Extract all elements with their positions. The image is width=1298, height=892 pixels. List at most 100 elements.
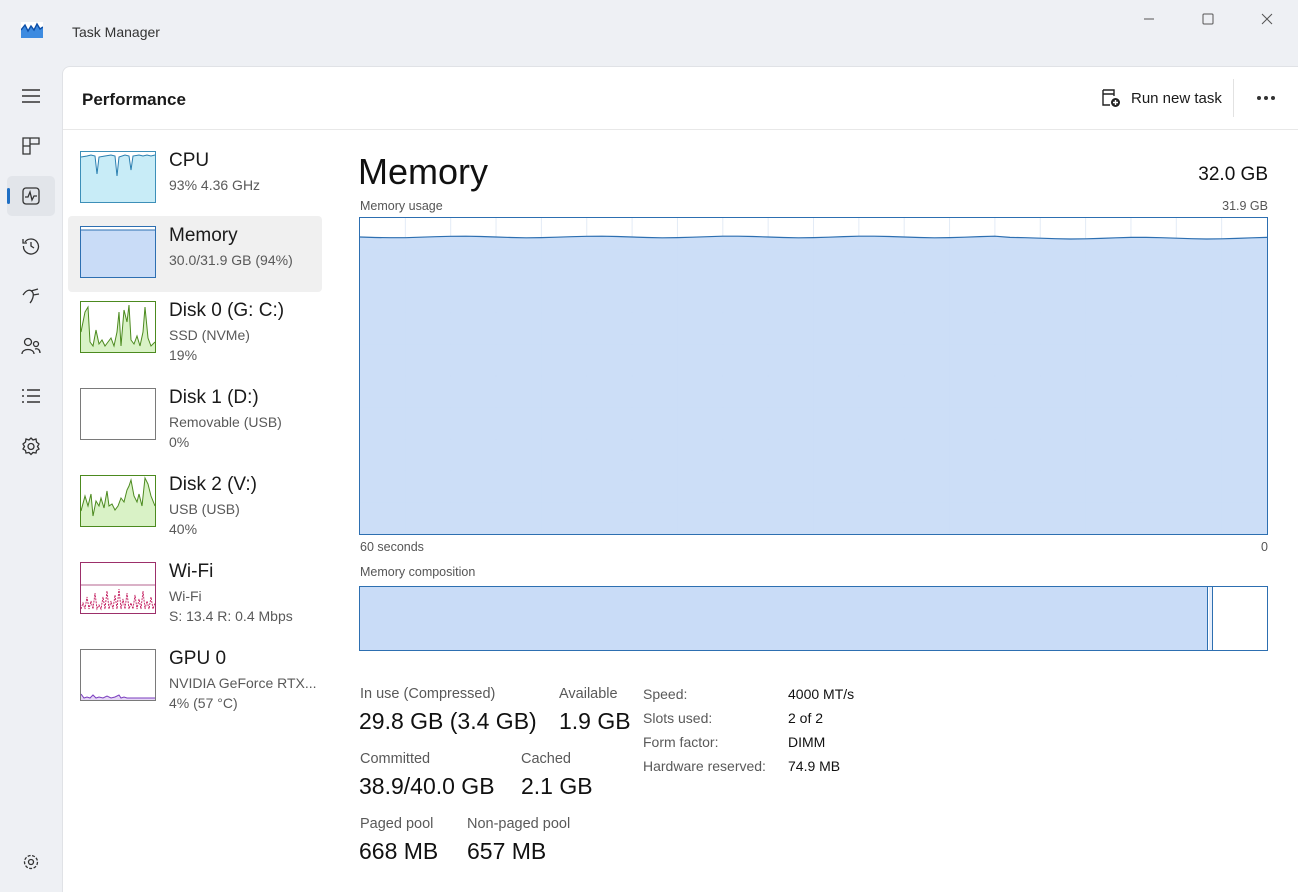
- form-factor-value: DIMM: [788, 734, 826, 750]
- form-factor-label: Form factor:: [643, 734, 719, 750]
- in-use-value: 29.8 GB (3.4 GB): [359, 708, 537, 734]
- title-bar: Task Manager: [0, 0, 1298, 64]
- main-panel: Performance Run new task CPU 93% 4.36 GH…: [62, 66, 1298, 892]
- app-history-icon: [22, 238, 40, 255]
- more-dots-icon: [1257, 96, 1261, 100]
- committed-value: 38.9/40.0 GB: [359, 773, 495, 799]
- users-icon: [21, 337, 41, 355]
- graph-time-end-label: 0: [1261, 540, 1268, 554]
- device-disk-2-name: Disk 2 (V:): [169, 474, 257, 495]
- details-icon: [22, 389, 40, 403]
- in-use-label: In use (Compressed): [360, 686, 496, 702]
- minimize-button[interactable]: [1126, 6, 1172, 32]
- task-manager-app-icon: [20, 22, 44, 38]
- nav-item-app-history[interactable]: [7, 226, 55, 266]
- device-gpu-0-usage: 4% (57 °C): [169, 695, 238, 711]
- nav-item-performance[interactable]: [7, 176, 55, 216]
- device-memory[interactable]: Memory 30.0/31.9 GB (94%): [68, 216, 322, 292]
- settings-icon: [23, 854, 39, 870]
- cpu-thumbnail-graph: [80, 151, 156, 203]
- device-cpu-usage: 93% 4.36 GHz: [169, 177, 261, 193]
- speed-label: Speed:: [643, 686, 688, 702]
- device-disk-0[interactable]: Disk 0 (G: C:) SSD (NVMe) 19%: [68, 291, 322, 367]
- startup-apps-icon: [22, 288, 40, 304]
- device-disk-1-usage: 0%: [169, 434, 190, 450]
- non-paged-pool-label: Non-paged pool: [467, 816, 571, 832]
- device-memory-usage: 30.0/31.9 GB (94%): [169, 252, 293, 268]
- maximize-button[interactable]: [1185, 6, 1231, 32]
- disk-1-thumbnail-graph: [80, 388, 156, 440]
- close-button[interactable]: [1244, 6, 1290, 32]
- cached-value: 2.1 GB: [521, 773, 593, 799]
- device-disk-1[interactable]: Disk 1 (D:) Removable (USB) 0%: [68, 378, 322, 454]
- memory-detail-panel: Memory 32.0 GB Memory usage 31.9 GB 60 s…: [358, 131, 1278, 891]
- run-new-task-button[interactable]: Run new task: [1093, 81, 1230, 115]
- device-cpu-name: CPU: [169, 150, 210, 171]
- gpu-0-thumbnail-graph: [80, 649, 156, 701]
- memory-usage-label: Memory usage: [360, 199, 443, 213]
- page-title: Performance: [82, 90, 186, 109]
- nav-item-processes[interactable]: [7, 126, 55, 166]
- nav-item-services[interactable]: [7, 426, 55, 466]
- hamburger-icon: [22, 89, 40, 103]
- hardware-reserved-value: 74.9 MB: [788, 758, 841, 774]
- close-icon: [1261, 13, 1273, 25]
- device-wifi[interactable]: Wi-Fi Wi-Fi S: 13.4 R: 0.4 Mbps: [68, 552, 322, 628]
- available-label: Available: [559, 686, 618, 702]
- paged-pool-label: Paged pool: [360, 816, 434, 832]
- nav-menu-button[interactable]: [7, 76, 55, 116]
- nav-item-settings[interactable]: [7, 842, 55, 882]
- memory-usage-max: 31.9 GB: [1222, 199, 1268, 213]
- header-divider: [1233, 79, 1234, 117]
- disk-0-thumbnail-graph: [80, 301, 156, 353]
- cached-label: Cached: [521, 751, 571, 767]
- memory-usage-graph: [359, 217, 1268, 535]
- device-memory-name: Memory: [169, 225, 238, 246]
- device-wifi-throughput: S: 13.4 R: 0.4 Mbps: [169, 608, 293, 624]
- committed-label: Committed: [360, 751, 431, 767]
- run-new-task-label: Run new task: [1131, 89, 1222, 107]
- navigation-rail: [0, 64, 60, 892]
- nav-item-users[interactable]: [7, 326, 55, 366]
- memory-title: Memory: [358, 151, 489, 192]
- memory-thumbnail-graph: [80, 226, 156, 278]
- minimize-icon: [1144, 18, 1154, 20]
- device-disk-2-type: USB (USB): [169, 501, 240, 517]
- slots-used-value: 2 of 2: [788, 710, 824, 726]
- device-disk-2-usage: 40%: [169, 521, 198, 537]
- services-icon: [22, 437, 40, 456]
- memory-total: 32.0 GB: [1198, 164, 1268, 185]
- composition-modified-segment: [1209, 587, 1213, 650]
- speed-value: 4000 MT/s: [788, 686, 855, 702]
- device-disk-0-usage: 19%: [169, 347, 198, 363]
- processes-icon: [22, 137, 40, 155]
- non-paged-pool-value: 657 MB: [467, 838, 547, 864]
- slots-used-label: Slots used:: [643, 710, 713, 726]
- graph-time-start-label: 60 seconds: [360, 540, 424, 554]
- device-gpu-0[interactable]: GPU 0 NVIDIA GeForce RTX... 4% (57 °C): [68, 639, 322, 715]
- device-cpu[interactable]: CPU 93% 4.36 GHz: [68, 141, 322, 217]
- performance-icon: [22, 187, 40, 205]
- device-wifi-adapter: Wi-Fi: [169, 588, 202, 604]
- maximize-icon: [1202, 13, 1214, 25]
- memory-usage-area: [360, 236, 1267, 534]
- device-disk-0-type: SSD (NVMe): [169, 327, 250, 343]
- wifi-thumbnail-graph: [80, 562, 156, 614]
- device-disk-1-name: Disk 1 (D:): [169, 387, 259, 408]
- page-header: Performance Run new task: [63, 67, 1298, 130]
- available-value: 1.9 GB: [559, 708, 631, 734]
- device-wifi-name: Wi-Fi: [169, 561, 214, 582]
- nav-item-startup-apps[interactable]: [7, 276, 55, 316]
- device-disk-2[interactable]: Disk 2 (V:) USB (USB) 40%: [68, 465, 322, 541]
- device-gpu-0-model: NVIDIA GeForce RTX...: [169, 675, 317, 691]
- hardware-reserved-label: Hardware reserved:: [643, 758, 766, 774]
- memory-composition-label: Memory composition: [360, 565, 476, 579]
- nav-item-details[interactable]: [7, 376, 55, 416]
- memory-composition-bar: [359, 586, 1268, 651]
- more-options-button[interactable]: [1246, 81, 1286, 115]
- composition-in-use-segment: [360, 587, 1208, 650]
- window-title: Task Manager: [72, 24, 160, 40]
- paged-pool-value: 668 MB: [359, 838, 439, 864]
- device-disk-1-type: Removable (USB): [169, 414, 282, 430]
- disk-2-thumbnail-graph: [80, 475, 156, 527]
